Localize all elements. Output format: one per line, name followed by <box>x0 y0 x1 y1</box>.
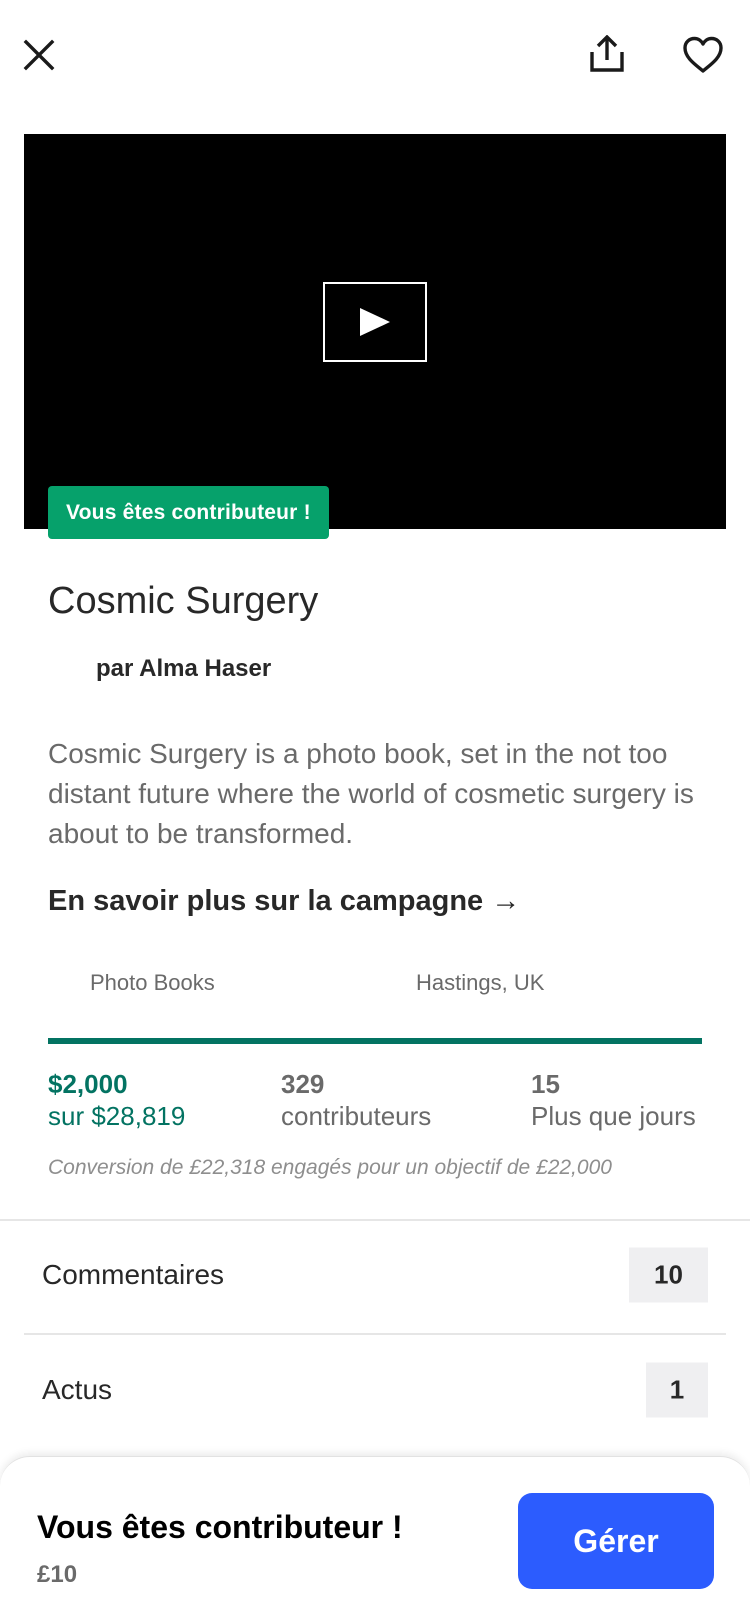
updates-row[interactable]: Actus 1 <box>0 1340 750 1440</box>
backers-label: contributeurs <box>281 1101 432 1131</box>
comments-count-badge: 10 <box>629 1247 708 1303</box>
location-tag[interactable]: Hastings, UK <box>416 970 544 996</box>
backers-stat: 329 contributeurs <box>281 1068 431 1132</box>
close-button[interactable] <box>18 34 60 76</box>
play-button[interactable] <box>323 282 427 362</box>
backers-count: 329 <box>281 1069 325 1099</box>
updates-label: Actus <box>42 1374 113 1405</box>
comments-label: Commentaires <box>42 1259 225 1290</box>
section-divider <box>0 1219 750 1221</box>
heart-icon <box>683 36 723 73</box>
updates-count-badge: 1 <box>646 1362 708 1418</box>
category-tag[interactable]: Photo Books <box>90 970 215 996</box>
video-player[interactable] <box>24 134 726 529</box>
pledge-amount: £10 <box>37 1561 78 1588</box>
funding-progress-fill <box>48 1038 702 1044</box>
share-button[interactable] <box>585 32 629 76</box>
contributor-badge: Vous êtes contributeur ! <box>48 486 329 539</box>
raised-amount: $2,000 <box>48 1069 128 1099</box>
goal-amount: sur $28,819 <box>48 1101 186 1131</box>
project-author[interactable]: par Alma Haser <box>96 655 271 683</box>
learn-more-link[interactable]: En savoir plus sur la campagne → <box>48 885 520 918</box>
days-count: 15 <box>531 1069 560 1099</box>
project-title: Cosmic Surgery <box>48 580 319 622</box>
share-icon <box>590 35 624 72</box>
days-label: Plus que jours <box>531 1101 696 1131</box>
currency-conversion-note: Conversion de £22,318 engagés pour un ob… <box>48 1156 612 1179</box>
comments-row[interactable]: Commentaires 10 <box>0 1225 750 1325</box>
pledge-bottom-bar: Vous êtes contributeur ! £10 Gérer <box>0 1456 750 1624</box>
manage-pledge-button[interactable]: Gérer <box>518 1493 714 1589</box>
play-icon <box>360 308 390 336</box>
funding-progress-bar <box>48 1038 702 1044</box>
pledge-status-title: Vous êtes contributeur ! <box>37 1509 403 1545</box>
favorite-button[interactable] <box>678 32 728 78</box>
raised-stat: $2,000 sur $28,819 <box>48 1068 185 1132</box>
project-description: Cosmic Surgery is a photo book, set in t… <box>48 738 694 849</box>
days-stat: 15 Plus que jours <box>531 1068 696 1132</box>
close-icon <box>23 39 55 71</box>
row-divider <box>24 1333 726 1335</box>
top-bar <box>0 0 750 110</box>
